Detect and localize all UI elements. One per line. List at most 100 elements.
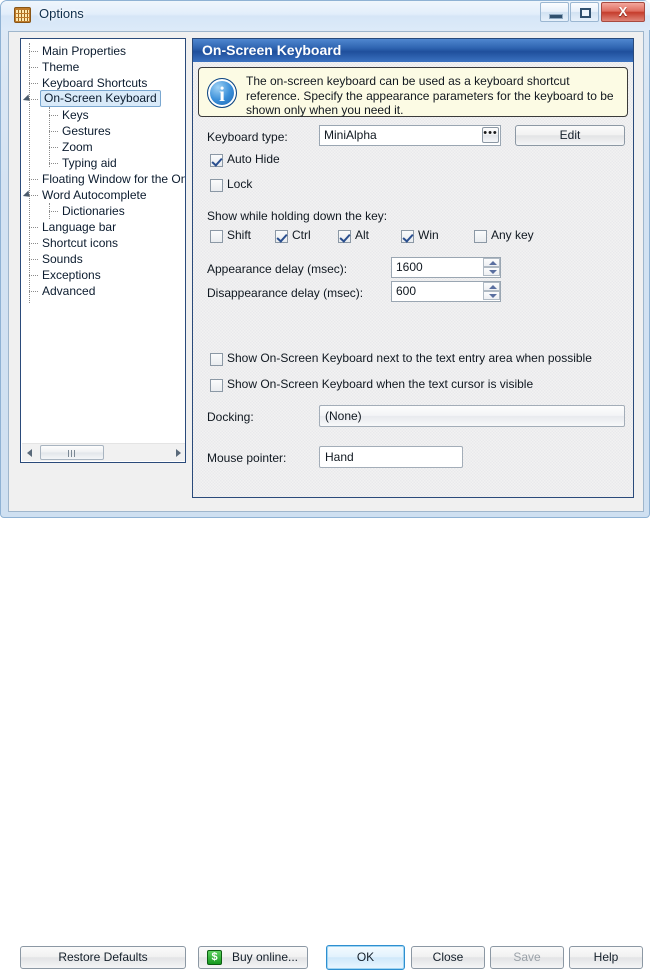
window-title: Options xyxy=(39,6,84,21)
sidebar-item-dictionaries[interactable]: Dictionaries xyxy=(21,203,185,219)
sidebar-item-label: Shortcut icons xyxy=(42,236,119,250)
minimize-button[interactable] xyxy=(540,2,569,22)
hold-key-shift-checkbox[interactable] xyxy=(210,230,223,243)
show-next-to-text-entry-checkbox[interactable] xyxy=(210,353,223,366)
show-when-cursor-visible-checkbox[interactable] xyxy=(210,379,223,392)
tree-connector-line xyxy=(29,227,38,229)
sidebar-item-label: Sounds xyxy=(42,252,83,266)
minimize-icon xyxy=(549,14,563,19)
sidebar-item-exceptions[interactable]: Exceptions xyxy=(21,267,185,283)
sidebar-item-sounds[interactable]: Sounds xyxy=(21,251,185,267)
tree-item-list: Main Properties Theme Keyboard Shortcuts On… xyxy=(21,43,185,299)
settings-tree[interactable]: Main Properties Theme Keyboard Shortcuts On… xyxy=(20,38,186,463)
tree-connector-line xyxy=(49,163,58,165)
keyboard-type-browse-button[interactable]: ••• xyxy=(482,127,499,143)
info-box: i The on-screen keyboard can be used as … xyxy=(198,67,628,117)
tree-connector-line xyxy=(29,259,38,261)
buy-online-label: Buy online... xyxy=(231,950,299,964)
disappearance-delay-down-icon[interactable] xyxy=(483,291,500,300)
tree-connector-line xyxy=(29,99,38,101)
auto-hide-checkbox[interactable] xyxy=(210,154,223,167)
sidebar-item-typing-aid[interactable]: Typing aid xyxy=(21,155,185,171)
hold-key-win-label: Win xyxy=(418,228,439,242)
tree-connector-line xyxy=(29,243,38,245)
docking-label: Docking: xyxy=(207,410,254,424)
ok-button[interactable]: OK xyxy=(326,945,405,970)
keyboard-type-input[interactable]: MiniAlpha xyxy=(319,125,501,146)
tree-connector-line xyxy=(49,131,58,133)
lock-checkbox[interactable] xyxy=(210,179,223,192)
sidebar-item-advanced[interactable]: Advanced xyxy=(21,283,185,299)
auto-hide-label: Auto Hide xyxy=(227,152,280,166)
show-next-to-text-entry-label: Show On-Screen Keyboard next to the text… xyxy=(227,351,592,365)
lock-label: Lock xyxy=(227,177,253,191)
sidebar-item-label: Typing aid xyxy=(62,156,117,170)
info-text: The on-screen keyboard can be used as a … xyxy=(246,74,614,117)
hold-key-group-label: Show while holding down the key: xyxy=(207,209,388,223)
appearance-delay-up-icon[interactable] xyxy=(483,258,500,267)
sidebar-item-label: Main Properties xyxy=(42,44,127,58)
scroll-left-arrow-icon[interactable] xyxy=(22,444,38,461)
sidebar-item-word-autocomplete[interactable]: Word Autocomplete xyxy=(21,187,185,203)
sidebar-item-label: Word Autocomplete xyxy=(42,188,147,202)
hold-key-any-label: Any key xyxy=(491,228,534,242)
options-window: Options X Main Properties Theme Keyboard S… xyxy=(0,0,650,970)
close-button[interactable]: X xyxy=(601,2,645,22)
sidebar-item-label: Dictionaries xyxy=(62,204,125,218)
tree-horizontal-scrollbar[interactable] xyxy=(22,443,185,461)
hold-key-ctrl-label: Ctrl xyxy=(292,228,311,242)
save-button[interactable]: Save xyxy=(490,946,564,969)
hold-key-alt-checkbox[interactable] xyxy=(338,230,351,243)
sidebar-item-main-properties[interactable]: Main Properties xyxy=(21,43,185,59)
sidebar-item-label: Theme xyxy=(42,60,80,74)
sidebar-item-label: Exceptions xyxy=(42,268,101,282)
info-icon: i xyxy=(207,78,237,108)
disappearance-delay-spin-buttons[interactable] xyxy=(483,282,500,301)
docking-combobox[interactable]: (None) xyxy=(319,405,625,427)
appearance-delay-label: Appearance delay (msec): xyxy=(207,262,348,276)
maximize-button[interactable] xyxy=(570,2,599,22)
page-title: On-Screen Keyboard xyxy=(193,39,633,62)
buy-online-button[interactable]: $ Buy online... xyxy=(198,946,308,969)
title-bar: Options X xyxy=(1,1,650,30)
tree-connector-line xyxy=(29,67,38,69)
appearance-delay-spin-buttons[interactable] xyxy=(483,258,500,277)
sidebar-item-keyboard-shortcuts[interactable]: Keyboard Shortcuts xyxy=(21,75,185,91)
sidebar-item-label: Advanced xyxy=(42,284,96,298)
keyboard-icon xyxy=(14,7,31,23)
hold-key-any-checkbox[interactable] xyxy=(474,230,487,243)
restore-defaults-button[interactable]: Restore Defaults xyxy=(20,946,186,969)
sidebar-item-theme[interactable]: Theme xyxy=(21,59,185,75)
scrollbar-thumb[interactable] xyxy=(40,445,104,460)
tree-connector-line xyxy=(49,147,58,149)
sidebar-item-shortcut-icons[interactable]: Shortcut icons xyxy=(21,235,185,251)
hold-key-win-checkbox[interactable] xyxy=(401,230,414,243)
sidebar-item-on-screen-keyboard[interactable]: On-Screen Keyboard xyxy=(21,90,185,107)
sidebar-item-label: Gestures xyxy=(62,124,111,138)
sidebar-item-keys[interactable]: Keys xyxy=(21,107,185,123)
sidebar-item-label: Zoom xyxy=(62,140,93,154)
sidebar-item-zoom[interactable]: Zoom xyxy=(21,139,185,155)
scroll-right-arrow-icon[interactable] xyxy=(170,444,185,461)
tree-connector-line xyxy=(49,211,58,213)
edit-keyboard-button[interactable]: Edit xyxy=(515,125,625,146)
appearance-delay-down-icon[interactable] xyxy=(483,267,500,276)
sidebar-item-floating-window-for-the-on[interactable]: Floating Window for the On- xyxy=(21,171,185,187)
disappearance-delay-up-icon[interactable] xyxy=(483,282,500,291)
hold-key-ctrl-checkbox[interactable] xyxy=(275,230,288,243)
sidebar-item-label: Keys xyxy=(62,108,89,122)
dialog-client-area: Main Properties Theme Keyboard Shortcuts On… xyxy=(8,31,644,970)
sidebar-item-label: On-Screen Keyboard xyxy=(40,90,161,107)
close-dialog-button[interactable]: Close xyxy=(411,946,485,969)
sidebar-item-label: Keyboard Shortcuts xyxy=(42,76,148,90)
tree-connector-line xyxy=(29,51,38,53)
tree-connector-line xyxy=(29,195,38,197)
tree-connector-line xyxy=(29,275,38,277)
sidebar-item-language-bar[interactable]: Language bar xyxy=(21,219,185,235)
sidebar-item-label: Language bar xyxy=(42,220,117,234)
sidebar-item-label: Floating Window for the On- xyxy=(42,172,186,186)
mouse-pointer-combobox[interactable]: Hand xyxy=(319,446,463,468)
keyboard-type-label: Keyboard type: xyxy=(207,130,288,144)
sidebar-item-gestures[interactable]: Gestures xyxy=(21,123,185,139)
help-button[interactable]: Help xyxy=(569,946,643,969)
